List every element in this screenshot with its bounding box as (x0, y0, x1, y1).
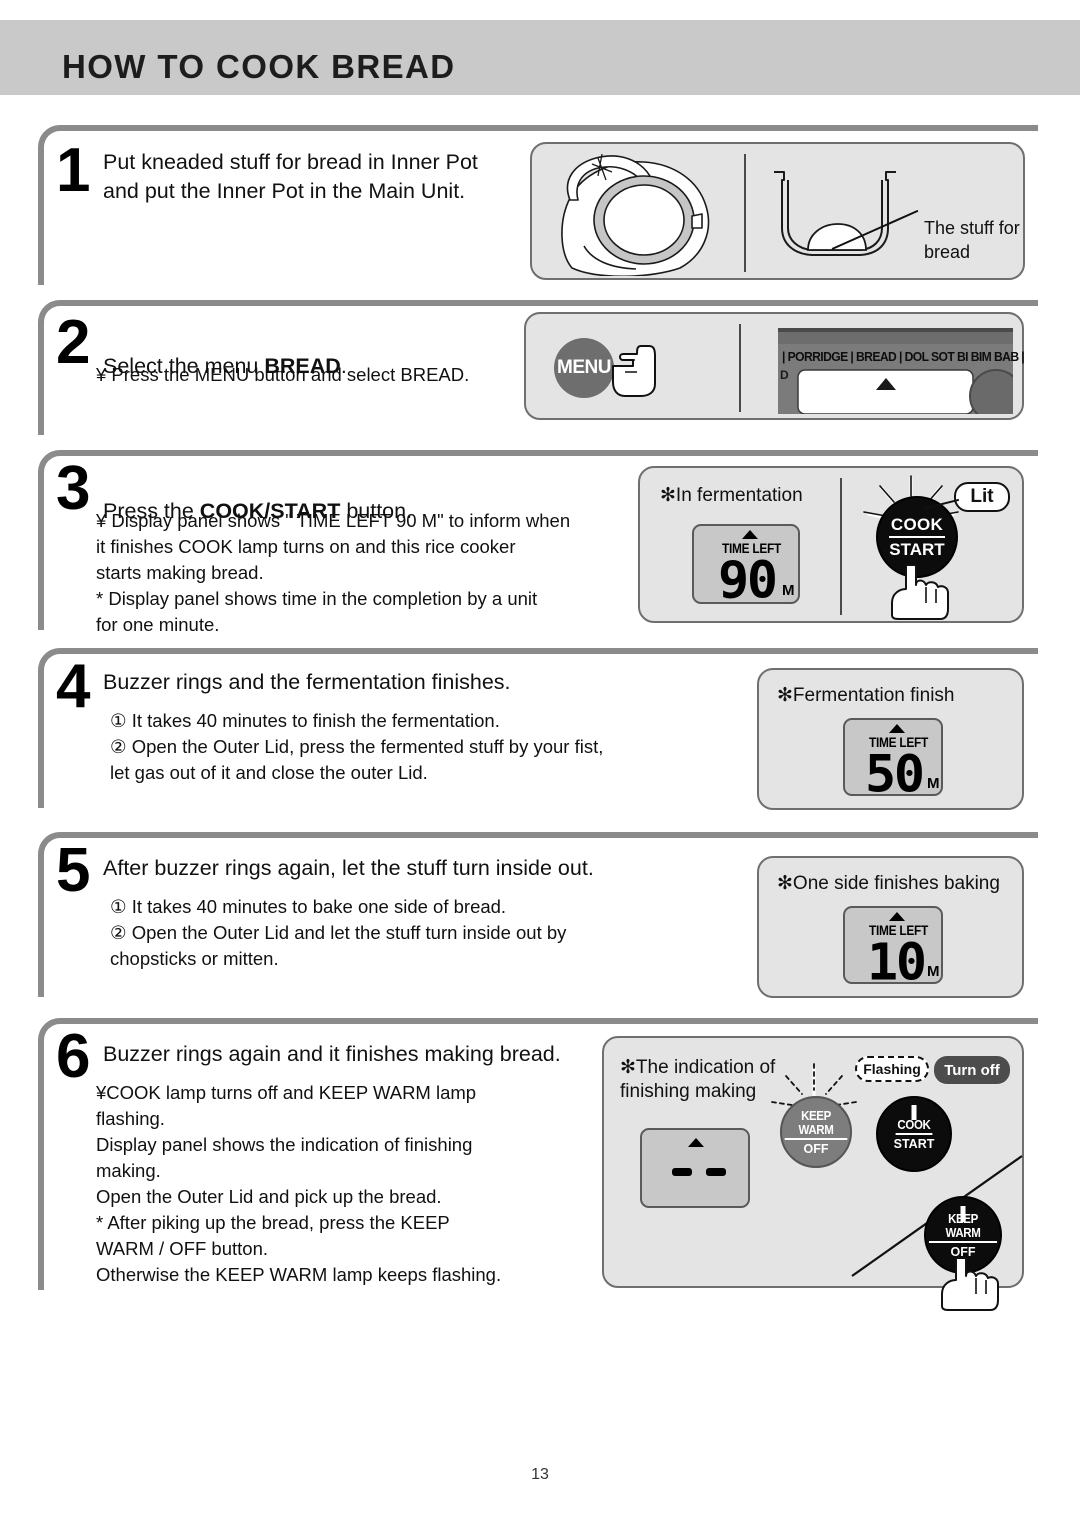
step-heading-4: Buzzer rings and the fermentation finish… (103, 670, 511, 694)
caption-fermentation-finish: ✻Fermentation finish (777, 685, 955, 706)
lcd-time-value: 50 (865, 744, 925, 804)
pointing-hand-icon (612, 345, 656, 397)
lcd-display-90: TIME LEFT 90 M (692, 524, 800, 610)
inner-pot-cross-section-icon (774, 171, 896, 256)
cook-start-label-line1: COOK (895, 1118, 933, 1135)
step-5-illustration: ✻One side finishes baking TIME LEFT 10 M (757, 856, 1024, 998)
lcd-arrow-icon (889, 724, 905, 733)
cook-start-label-line2: START (889, 539, 945, 559)
panel-divider (744, 154, 746, 272)
step-2-illustration: MENU | PORRIDGE | BREAD | DOL SOT BI BIM… (524, 312, 1025, 420)
page-number: 13 (531, 1466, 549, 1483)
callout-flashing: Flashing (855, 1056, 929, 1082)
step-number-5: 5 (56, 836, 91, 905)
step-number-4: 4 (56, 652, 91, 721)
callout-lit: Lit (954, 482, 1010, 512)
callout-turn-off: Turn off (934, 1056, 1010, 1084)
keep-warm-label-line2: OFF (803, 1141, 829, 1156)
keep-warm-pressed-label-line1: KEEP WARM (928, 1212, 998, 1243)
lcd-time-value: 10 (867, 932, 927, 992)
lcd-arrow-icon (889, 912, 905, 921)
lcd-unit-label: M (782, 582, 795, 599)
lcd-menu-items: | PORRIDGE | BREAD | DOL SOT BI BIM BAB … (782, 350, 1025, 364)
step-number-3: 3 (56, 454, 91, 523)
cook-start-button-panel[interactable]: COOK START (876, 1096, 952, 1172)
lcd-dash-1 (672, 1168, 692, 1176)
step-3-illustration: ✻In fermentation TIME LEFT 90 M COOK STA… (638, 466, 1024, 623)
label-the-stuff-for-bread: The stuff for bread (924, 218, 1020, 262)
page-title: HOW TO COOK BREAD (62, 48, 456, 85)
step-number-6: 6 (56, 1022, 91, 1091)
step-6-illustration: ✻The indication of finishing making KEEP… (602, 1036, 1024, 1311)
lcd-side-label: D (780, 368, 789, 382)
lcd-arrow-icon (742, 530, 758, 539)
step-body-3: ¥ Display panel shows " TIME LEFT 90 M" … (96, 510, 571, 635)
step-body-5: ① It takes 40 minutes to bake one side o… (110, 896, 567, 969)
lcd-arrow-icon (688, 1138, 704, 1147)
caption-one-side-finishes-baking: ✻One side finishes baking (777, 873, 1000, 894)
step-4-illustration: ✻Fermentation finish TIME LEFT 50 M (757, 668, 1024, 810)
manual-page: HOW TO COOK BREAD 1 Put kneaded stuff fo… (0, 0, 1080, 1524)
panel-divider (739, 324, 741, 412)
lcd-unit-label: M (927, 963, 940, 980)
step-body-6: ¥COOK lamp turns off and KEEP WARM lamp … (96, 1082, 502, 1285)
lcd-display-50: TIME LEFT 50 M (843, 718, 943, 804)
pressing-hand-icon (941, 1257, 999, 1311)
step-heading-5: After buzzer rings again, let the stuff … (103, 856, 594, 880)
step-heading-1: Put kneaded stuff for bread in Inner Pot… (103, 150, 478, 203)
rice-cooker-open-lid-icon (561, 153, 710, 276)
lcd-display-finish (640, 1128, 750, 1208)
keep-warm-off-button-panel[interactable]: KEEP WARM OFF (780, 1096, 852, 1168)
cook-start-label-line1: COOK (888, 515, 946, 538)
menu-button[interactable]: MENU (554, 338, 614, 398)
keep-warm-label-line1: KEEP WARM (784, 1109, 848, 1140)
caption-in-fermentation: ✻In fermentation (660, 485, 803, 506)
step-heading-6: Buzzer rings again and it finishes makin… (103, 1042, 561, 1066)
lcd-display-10: TIME LEFT 10 M (843, 906, 943, 992)
lcd-time-value: 90 (718, 550, 778, 610)
step-number-2: 2 (56, 308, 91, 377)
panel-divider (840, 478, 842, 615)
lcd-dash-2 (706, 1168, 726, 1176)
step-body-2: ¥ Press the MENU button and select BREAD… (96, 364, 470, 385)
lcd-dash-segments (672, 1168, 726, 1176)
step-number-1: 1 (56, 136, 91, 205)
control-panel-strip (778, 328, 1013, 414)
cook-start-label-line2: START (893, 1136, 935, 1151)
lcd-unit-label: M (927, 775, 940, 792)
step-body-4: ① It takes 40 minutes to finish the ferm… (110, 710, 604, 783)
step-1-illustration: The stuff for bread (530, 142, 1025, 280)
pressing-hand-icon (891, 564, 949, 620)
